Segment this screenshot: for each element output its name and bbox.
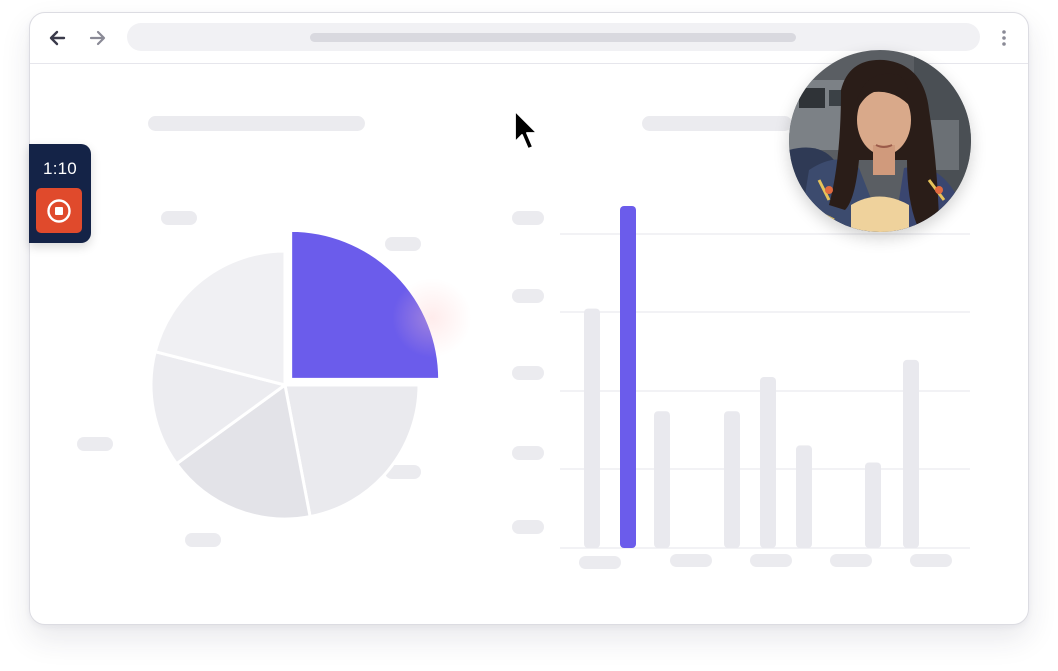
bar-highlighted bbox=[620, 206, 636, 548]
recording-widget: 1:10 bbox=[29, 144, 91, 243]
bar bbox=[796, 445, 812, 548]
bar bbox=[584, 308, 600, 548]
pie-title-placeholder bbox=[148, 116, 365, 131]
stop-recording-button[interactable] bbox=[36, 188, 82, 233]
back-button[interactable] bbox=[45, 25, 71, 51]
recording-timer: 1:10 bbox=[43, 159, 77, 178]
presenter-video bbox=[789, 50, 971, 232]
browser-menu-button[interactable] bbox=[994, 25, 1014, 51]
pie-chart bbox=[149, 228, 442, 521]
click-highlight bbox=[392, 278, 472, 358]
bar-ytick-placeholder bbox=[512, 211, 544, 225]
address-bar[interactable] bbox=[127, 23, 980, 51]
bar-ytick-placeholder bbox=[512, 446, 544, 460]
bar-title-placeholder bbox=[642, 116, 792, 131]
bar bbox=[865, 462, 881, 548]
bar-xtick-placeholder bbox=[579, 556, 621, 569]
arrow-left-icon bbox=[49, 30, 66, 46]
bar-xtick-placeholder bbox=[830, 554, 872, 567]
bar bbox=[654, 411, 670, 548]
arrow-right-icon bbox=[89, 30, 106, 46]
forward-button[interactable] bbox=[84, 25, 110, 51]
mouse-cursor-icon bbox=[512, 109, 542, 160]
bar-xtick-placeholder bbox=[670, 554, 712, 567]
bar-xtick-placeholder bbox=[750, 554, 792, 567]
bar bbox=[760, 377, 776, 548]
url-placeholder bbox=[310, 33, 796, 42]
bar bbox=[903, 359, 919, 548]
bar bbox=[724, 411, 740, 548]
stop-record-icon bbox=[47, 199, 71, 223]
bar-ytick-placeholder bbox=[512, 520, 544, 534]
bar-ytick-placeholder bbox=[512, 289, 544, 303]
bar-xtick-placeholder bbox=[910, 554, 952, 567]
vertical-dots-icon bbox=[1002, 30, 1006, 46]
bar-chart bbox=[560, 206, 970, 549]
bar-ytick-placeholder bbox=[512, 366, 544, 380]
webcam-bubble[interactable] bbox=[789, 50, 971, 232]
